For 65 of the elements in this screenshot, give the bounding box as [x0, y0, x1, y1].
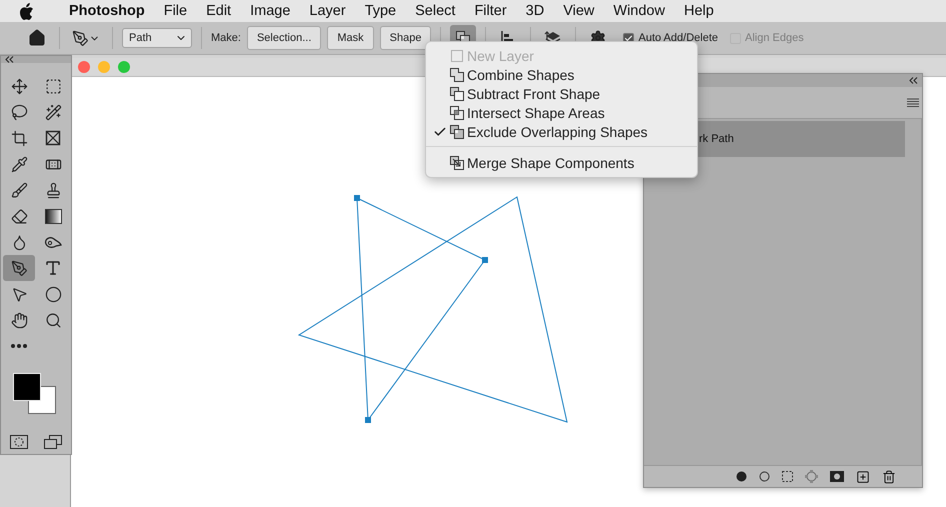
arrow-pointer-icon [10, 286, 28, 302]
brush-icon [10, 182, 28, 198]
color-swatches[interactable] [13, 373, 57, 415]
checkmark-icon [432, 124, 446, 138]
menu-bar-item[interactable]: Filter [474, 3, 507, 19]
lasso-icon [10, 104, 28, 120]
tool-button[interactable] [3, 255, 35, 281]
menu-bar-item[interactable]: View [563, 3, 594, 19]
pen-icon [10, 260, 28, 276]
make-button[interactable]: Mask [327, 26, 374, 50]
menu-bar-item[interactable]: Select [415, 3, 456, 19]
eraser-icon [10, 208, 28, 224]
crop-icon [10, 130, 28, 146]
menu-bar-item[interactable]: 3D [526, 3, 544, 19]
menu-item[interactable]: Subtract Front Shape [426, 84, 697, 103]
mode-dropdown[interactable]: Path [122, 28, 192, 48]
menu-item[interactable]: Combine Shapes [426, 65, 697, 84]
trash-icon[interactable] [882, 470, 896, 484]
dashed-rectangle-icon [44, 78, 62, 94]
work-path-icon[interactable] [805, 470, 818, 483]
hand-icon [10, 312, 28, 328]
stamp-icon [44, 182, 62, 198]
add-icon[interactable] [856, 470, 870, 484]
app-name-menu[interactable]: Photoshop [69, 3, 145, 19]
magic-wand-icon [44, 104, 62, 120]
mask-icon[interactable] [830, 471, 844, 482]
selection-icon[interactable] [782, 471, 793, 482]
checkbox-label: Auto Add/Delete [638, 32, 718, 44]
collapse-icon[interactable] [5, 56, 14, 63]
menu-bar-item[interactable]: Layer [309, 3, 346, 19]
more-icon [11, 344, 27, 348]
menu-bar-item[interactable]: Help [684, 3, 714, 19]
eyedropper-icon [10, 156, 28, 172]
menu-bar-item[interactable]: Type [364, 3, 396, 19]
overlapping-squares-icon [450, 124, 464, 138]
apple-logo-icon[interactable] [19, 2, 34, 20]
menu-bar-item[interactable]: Image [250, 3, 290, 19]
stroke-path-icon[interactable] [759, 471, 770, 482]
merge-squares-icon [450, 156, 464, 170]
make-label: Make: [211, 32, 241, 44]
screen-mode-icon [44, 435, 62, 449]
combined-squares-icon [450, 68, 464, 82]
checkbox-label: Align Edges [745, 32, 804, 44]
make-button[interactable]: Selection... [246, 26, 322, 50]
zoom-icon [44, 312, 62, 328]
menu-bar-item[interactable]: File [164, 3, 188, 19]
frame-icon [45, 130, 61, 146]
home-icon [28, 29, 46, 47]
make-button[interactable]: Shape [380, 26, 432, 50]
menu-bar-item[interactable]: Window [613, 3, 665, 19]
move-icon [10, 78, 28, 94]
gradient-icon [44, 208, 62, 224]
intersecting-squares-icon [450, 106, 464, 120]
quick-mask-icon [10, 435, 28, 449]
collapse-icon[interactable] [909, 77, 918, 84]
smudge-icon [44, 235, 62, 249]
menu-bar-item[interactable]: Edit [206, 3, 232, 19]
menu-item[interactable]: Intersect Shape Areas [426, 103, 697, 122]
square-icon [450, 48, 464, 62]
pen-icon [72, 30, 89, 46]
ellipse-icon [44, 286, 62, 302]
overlapping-squares-icon [450, 86, 464, 100]
type-icon [44, 259, 62, 277]
menu-icon[interactable] [907, 98, 919, 107]
fill-path-icon[interactable] [736, 471, 747, 482]
